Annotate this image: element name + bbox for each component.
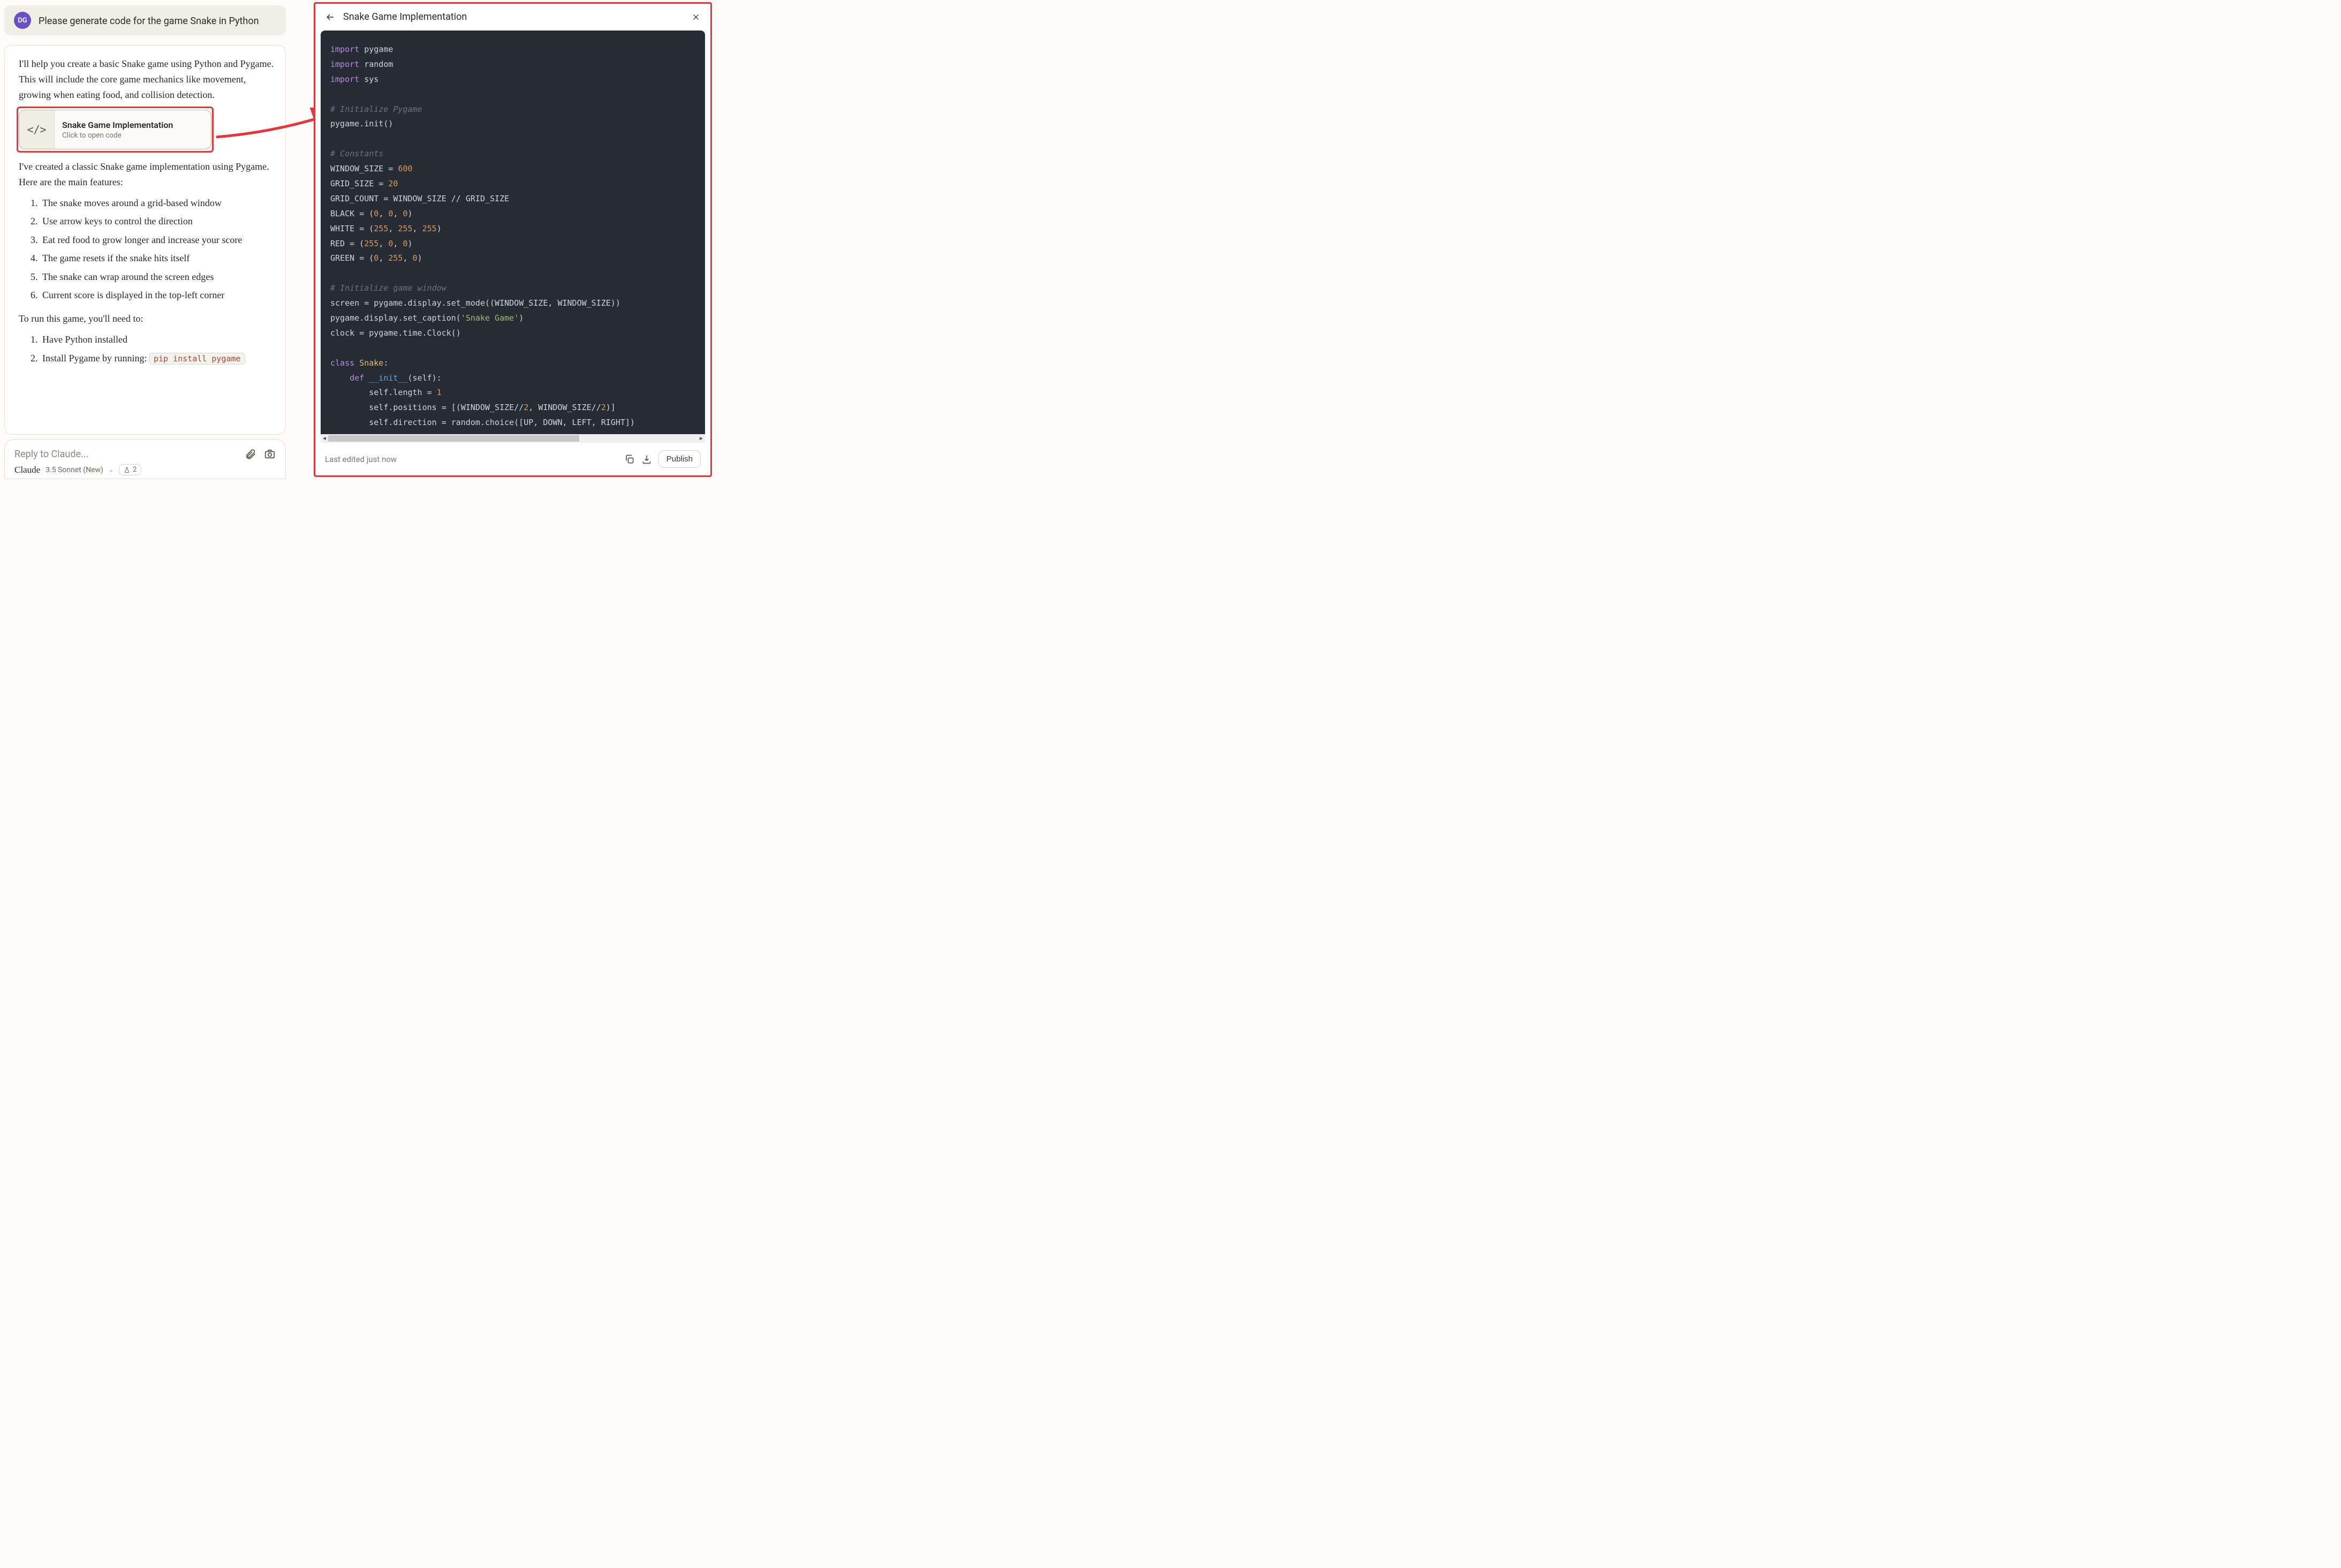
run-intro: To run this game, you'll need to:: [19, 311, 276, 327]
artifact-card[interactable]: </> Snake Game Implementation Click to o…: [19, 110, 211, 149]
avatar: DG: [14, 12, 31, 29]
close-icon[interactable]: [691, 12, 701, 22]
run-step-item: Install Pygame by running: pip install p…: [40, 350, 276, 367]
copy-icon[interactable]: [624, 454, 635, 465]
model-selector[interactable]: Claude 3.5 Sonnet (New) ⌄ 2: [14, 464, 276, 475]
chevron-down-icon: ⌄: [109, 466, 113, 473]
run-steps-list: Have Python installed Install Pygame by …: [40, 331, 276, 367]
artifact-panel: Snake Game Implementation import pygame …: [314, 2, 712, 477]
publish-button[interactable]: Publish: [658, 450, 701, 468]
user-message-text: Please generate code for the game Snake …: [39, 12, 259, 28]
artifact-card-subtitle: Click to open code: [62, 131, 173, 140]
horizontal-scrollbar[interactable]: ◄ ►: [321, 434, 705, 443]
feature-item: The snake moves around a grid-based wind…: [40, 194, 276, 211]
download-icon[interactable]: [641, 454, 652, 465]
context-chip[interactable]: 2: [119, 464, 141, 475]
code-content: import pygame import random import sys #…: [330, 42, 705, 430]
flask-icon: [124, 467, 130, 473]
reply-input-bar: Reply to Claude... Claude 3.5 Sonnet (Ne…: [4, 439, 286, 479]
chip-count: 2: [133, 466, 137, 474]
scroll-right-icon[interactable]: ►: [698, 436, 705, 442]
artifact-panel-title: Snake Game Implementation: [343, 11, 684, 22]
inline-code: pip install pygame: [149, 353, 245, 365]
feature-item: Use arrow keys to control the direction: [40, 213, 276, 230]
code-viewer[interactable]: import pygame import random import sys #…: [321, 31, 705, 434]
attachment-icon[interactable]: [245, 448, 256, 460]
assistant-after-card: I've created a classic Snake game implem…: [19, 159, 276, 190]
assistant-message: I'll help you create a basic Snake game …: [4, 45, 286, 435]
feature-item: The snake can wrap around the screen edg…: [40, 268, 276, 285]
back-arrow-icon[interactable]: [325, 12, 336, 22]
assistant-intro: I'll help you create a basic Snake game …: [19, 56, 276, 102]
feature-item: The game resets if the snake hits itself: [40, 249, 276, 267]
feature-item: Eat red food to grow longer and increase…: [40, 231, 276, 248]
artifact-card-title: Snake Game Implementation: [62, 120, 173, 130]
feature-item: Current score is displayed in the top-le…: [40, 286, 276, 304]
code-icon: </>: [19, 110, 55, 149]
artifact-header: Snake Game Implementation: [315, 4, 710, 31]
scroll-left-icon[interactable]: ◄: [321, 436, 328, 442]
model-brand: Claude: [14, 465, 40, 475]
last-edited-status: Last edited just now: [325, 455, 618, 464]
artifact-footer: Last edited just now Publish: [315, 443, 710, 475]
features-list: The snake moves around a grid-based wind…: [40, 194, 276, 304]
reply-input[interactable]: Reply to Claude...: [14, 449, 88, 460]
camera-icon[interactable]: [264, 448, 276, 460]
chat-panel: DG Please generate code for the game Sna…: [0, 0, 290, 479]
scrollbar-thumb[interactable]: [328, 435, 579, 442]
user-message: DG Please generate code for the game Sna…: [4, 5, 286, 35]
run-step-item: Have Python installed: [40, 331, 276, 348]
model-name: 3.5 Sonnet (New): [46, 466, 103, 474]
